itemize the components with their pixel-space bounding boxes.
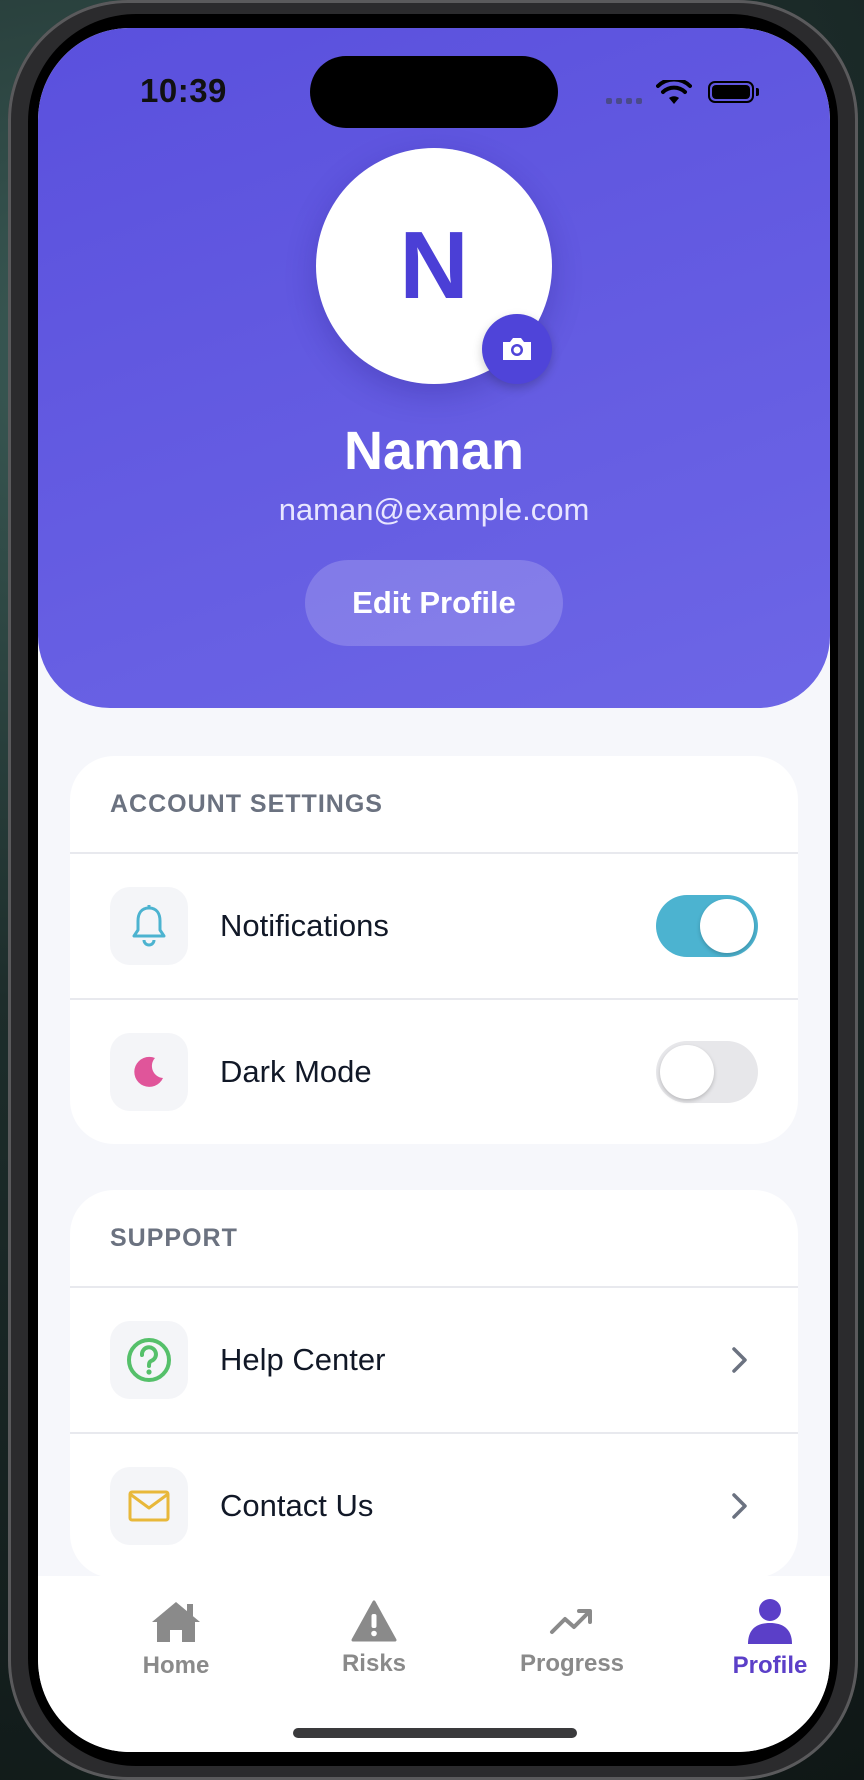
tab-risks-label: Risks (341, 1650, 407, 1677)
toggle-knob (700, 899, 754, 953)
help-center-row[interactable]: Help Center (70, 1288, 798, 1434)
home-icon (152, 1602, 200, 1642)
dark-mode-icon-box (110, 1033, 188, 1111)
toggle-knob (660, 1045, 714, 1099)
home-indicator[interactable] (293, 1728, 577, 1738)
tab-risks[interactable]: Risks (304, 1598, 444, 1678)
bell-icon (132, 905, 166, 947)
moon-icon (134, 1056, 163, 1087)
dark-mode-row[interactable]: Dark Mode (70, 1000, 798, 1144)
cellular-signal-icon (606, 98, 642, 104)
dark-mode-label: Dark Mode (220, 1054, 372, 1089)
notifications-icon-box (110, 887, 188, 965)
profile-header: 10:39 N Naman naman@example.com Edit Pro… (38, 28, 830, 708)
trending-up-icon (550, 1609, 592, 1634)
chevron-right-icon (732, 1347, 747, 1373)
tab-progress[interactable]: Progress (502, 1598, 642, 1678)
chevron-right-icon (732, 1493, 747, 1519)
account-settings-title: ACCOUNT SETTINGS (70, 756, 798, 854)
help-circle-icon (127, 1338, 171, 1382)
profile-name: Naman (343, 421, 525, 481)
support-title: SUPPORT (70, 1190, 798, 1288)
status-time: 10:39 (140, 72, 227, 109)
person-icon (748, 1599, 792, 1644)
help-center-label: Help Center (220, 1342, 386, 1377)
battery-tip (756, 88, 759, 96)
dynamic-island (310, 56, 558, 128)
camera-icon (503, 338, 531, 360)
wifi-icon (656, 80, 692, 104)
battery-icon (708, 81, 754, 103)
dark-mode-toggle[interactable] (656, 1041, 758, 1103)
tab-profile[interactable]: Profile (700, 1598, 830, 1680)
warning-icon (351, 1600, 397, 1642)
notifications-label: Notifications (220, 908, 389, 943)
contact-us-row[interactable]: Contact Us (70, 1434, 798, 1578)
help-icon-box (110, 1321, 188, 1399)
tab-home-label: Home (142, 1652, 210, 1679)
tab-bar: Home Risks Progress Profile (38, 1576, 830, 1752)
support-card: SUPPORT Help Center Contact Us (70, 1190, 798, 1578)
account-settings-card: ACCOUNT SETTINGS Notifications Dark Mode (70, 756, 798, 1144)
profile-email: naman@example.com (278, 492, 590, 527)
notifications-toggle[interactable] (656, 895, 758, 957)
edit-profile-button[interactable]: Edit Profile (305, 560, 563, 646)
notifications-row[interactable]: Notifications (70, 854, 798, 1000)
mail-icon (128, 1490, 170, 1522)
contact-icon-box (110, 1467, 188, 1545)
tab-home[interactable]: Home (106, 1598, 246, 1680)
tab-progress-label: Progress (519, 1650, 625, 1677)
screen: 10:39 N Naman naman@example.com Edit Pro… (38, 28, 830, 1752)
tab-profile-label: Profile (732, 1652, 808, 1679)
contact-us-label: Contact Us (220, 1488, 374, 1523)
change-photo-button[interactable] (482, 314, 552, 384)
